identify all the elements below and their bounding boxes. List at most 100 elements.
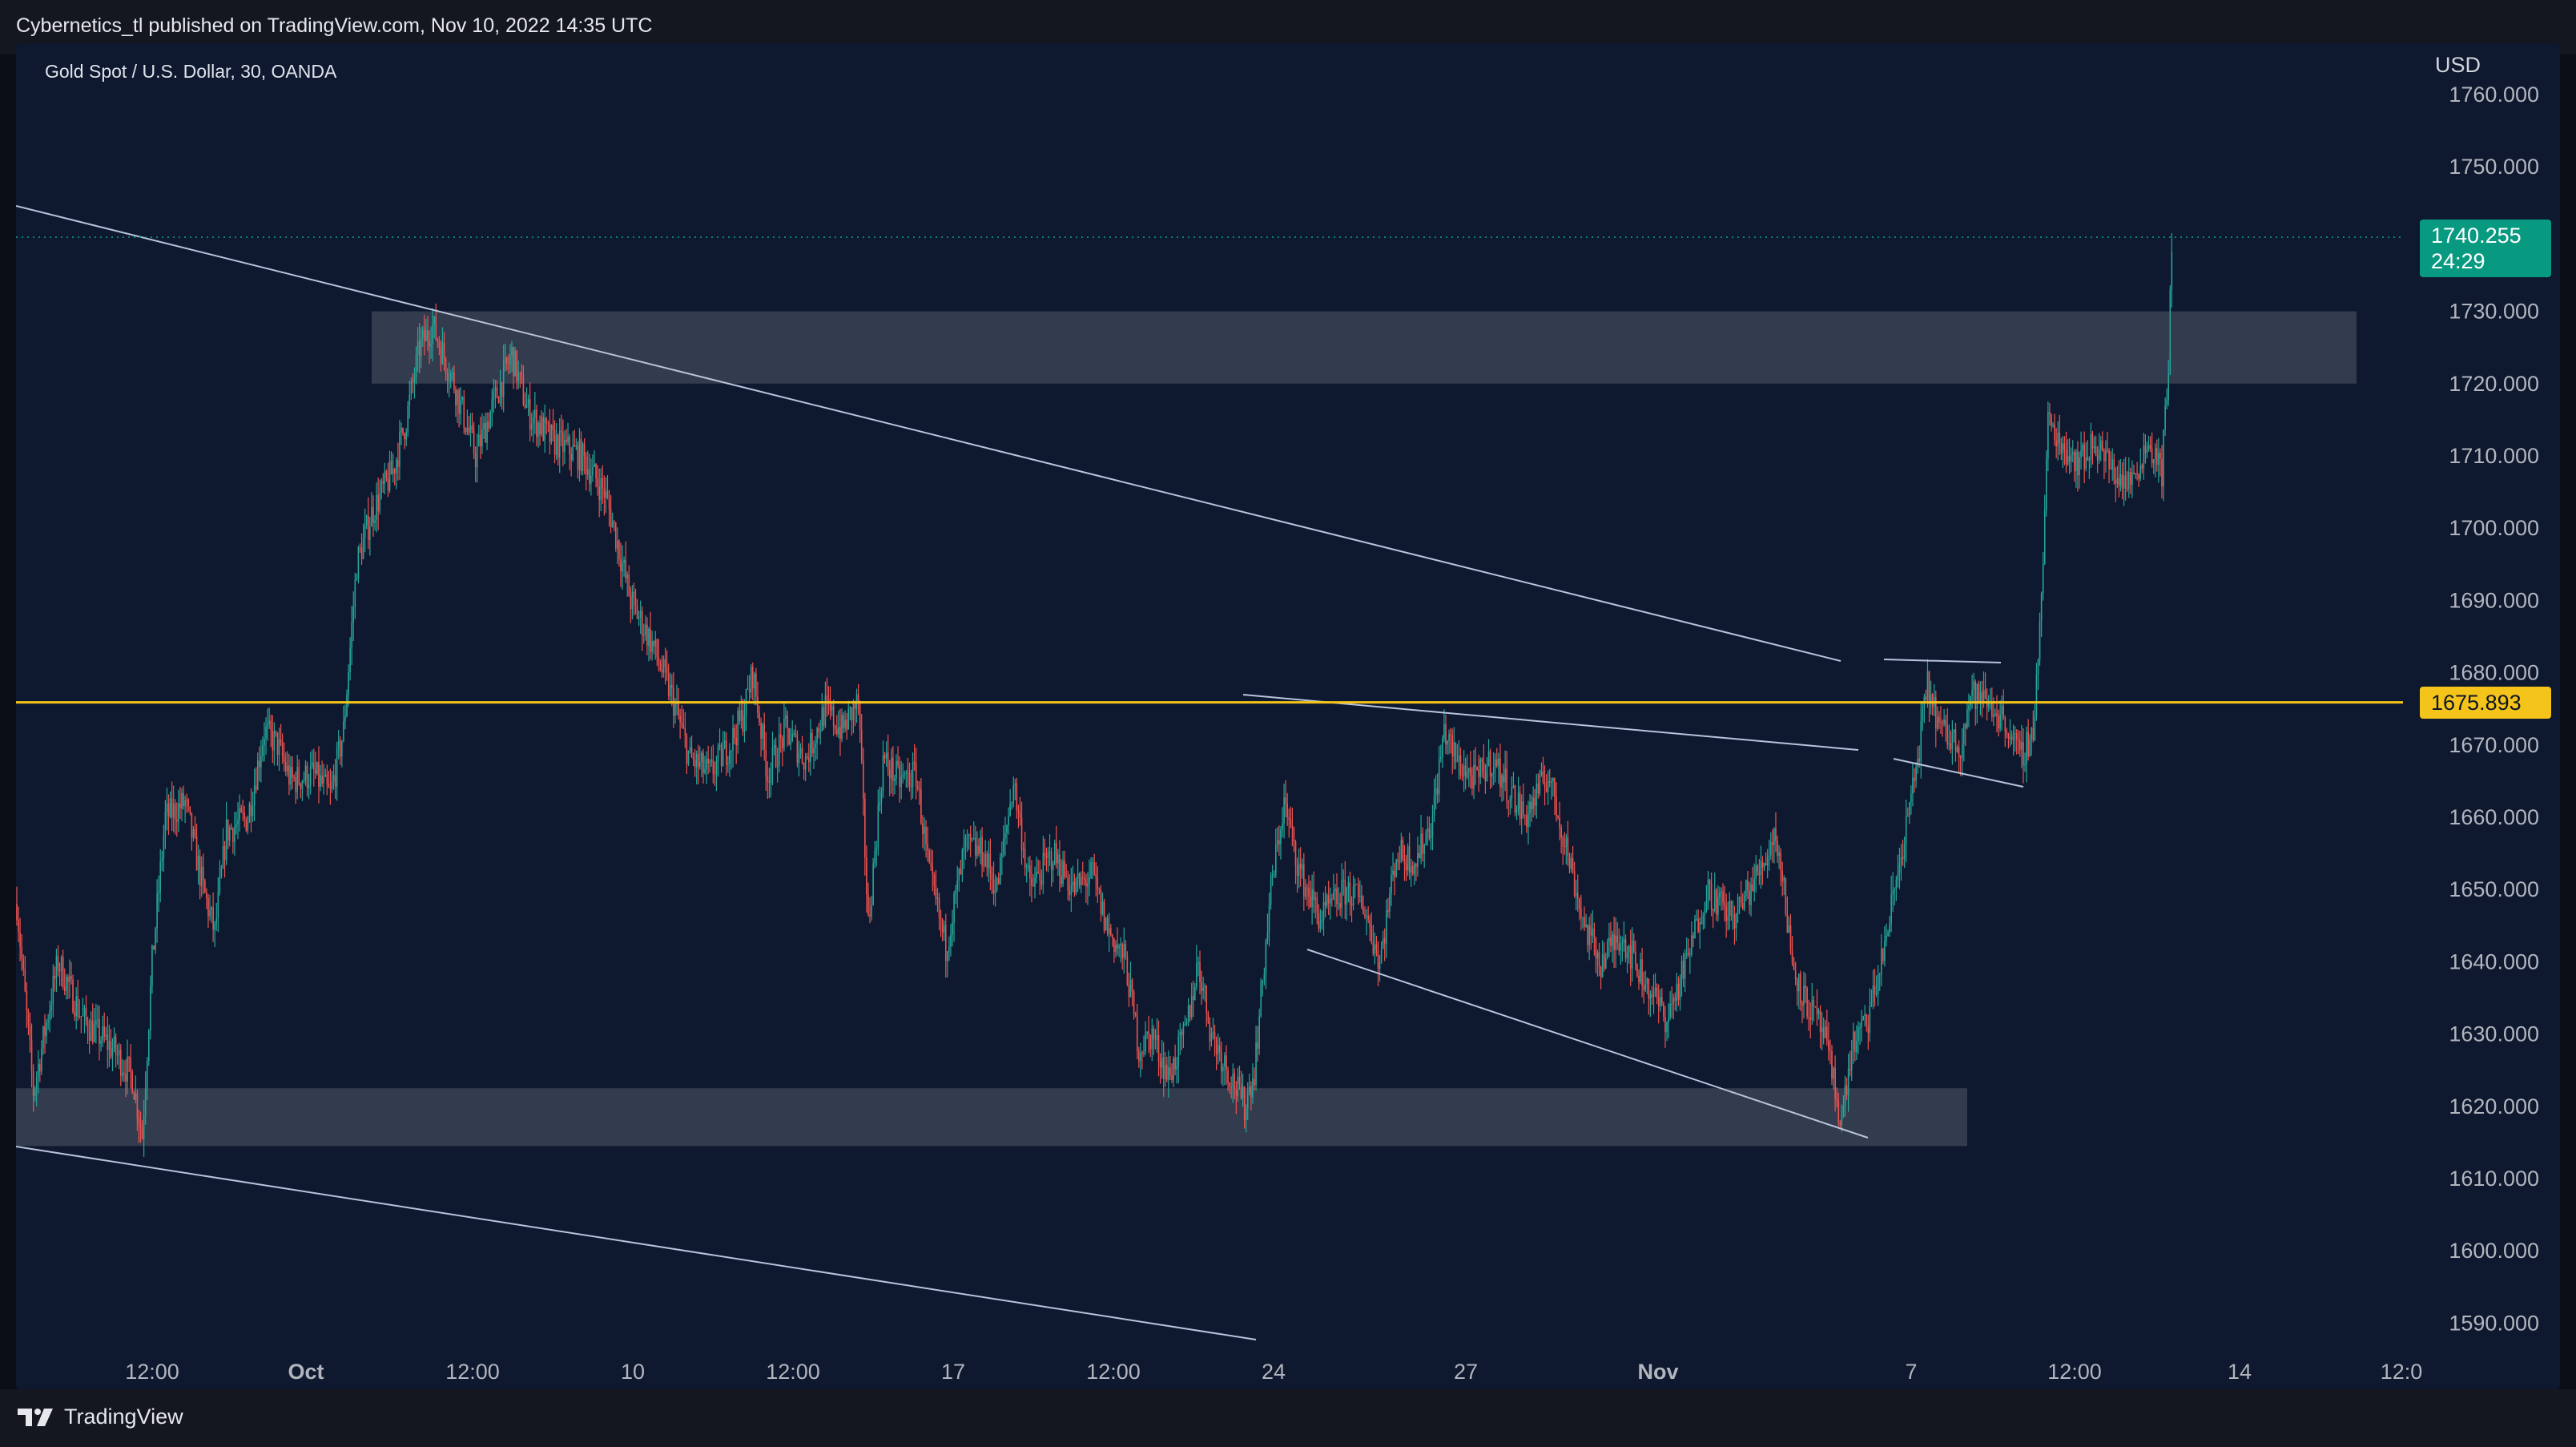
candle-body — [72, 979, 74, 1013]
flag-top-line — [1883, 659, 2002, 663]
candle-body — [1970, 695, 1971, 706]
candle-body — [1842, 1106, 1845, 1119]
candle-body — [1796, 979, 1798, 992]
chart-canvas[interactable]: 1590.000 1600.000 1610.000 1620.000 1630.000… — [16, 43, 2560, 1389]
candle-body — [1423, 844, 1425, 854]
candle-body — [2015, 733, 2018, 740]
candle-body — [771, 748, 774, 769]
candle-body — [1585, 925, 1587, 927]
symbol-title[interactable]: Gold Spot / U.S. Dollar, 30, OANDA — [45, 61, 336, 83]
candle-body — [891, 757, 892, 779]
candle-body — [1008, 816, 1009, 825]
candle-body — [37, 1063, 39, 1078]
candle-body — [1590, 925, 1592, 936]
candle-body — [1274, 844, 1277, 875]
candle-body — [1534, 797, 1536, 806]
candle-body — [1394, 870, 1395, 877]
candle-body — [344, 715, 346, 722]
candle-body — [1138, 1051, 1140, 1062]
candle-body — [191, 812, 193, 838]
candle-body — [50, 1005, 53, 1011]
candle-body — [1056, 843, 1057, 864]
candle-body — [1080, 877, 1082, 885]
tradingview-logo[interactable]: TradingView — [16, 1405, 183, 1429]
candle-body — [1177, 1036, 1180, 1066]
candle-body — [2060, 443, 2063, 454]
candle-body — [1874, 985, 1876, 995]
candle-body — [782, 737, 783, 748]
candle-body — [806, 756, 808, 758]
candle-body — [75, 996, 77, 1017]
candle-body — [1154, 1039, 1157, 1041]
candle-body — [1182, 1024, 1185, 1035]
candle-body — [1121, 944, 1123, 958]
candle-body — [1141, 1053, 1143, 1054]
candle-body — [1824, 1026, 1826, 1038]
candle-body — [1522, 801, 1524, 815]
candle-body — [679, 715, 681, 723]
candle-body — [1598, 952, 1600, 967]
candle-body — [940, 917, 942, 920]
candle-body — [775, 745, 777, 767]
candle-body — [1176, 1066, 1177, 1070]
candle-body — [474, 453, 477, 468]
candle-body — [924, 827, 925, 834]
candle-body — [1084, 877, 1085, 880]
candle-body — [357, 547, 360, 579]
candle-body — [359, 547, 361, 549]
candle-body — [2070, 454, 2072, 462]
candle-body — [158, 891, 159, 894]
candle-body — [1595, 937, 1597, 959]
candle-body — [66, 977, 67, 991]
candle-body — [87, 1020, 89, 1034]
candle-body — [466, 427, 469, 433]
candle-body — [879, 801, 881, 805]
candle-body — [768, 780, 771, 784]
candle-body — [1364, 914, 1366, 917]
candle-body — [1475, 764, 1476, 768]
candle-body — [1103, 901, 1105, 931]
candle-body — [1112, 935, 1113, 938]
candle-body — [1722, 891, 1724, 903]
candle-body — [349, 647, 351, 673]
candle-body — [1654, 987, 1656, 992]
candle-body — [767, 776, 769, 781]
upper-descending-trendline — [16, 205, 1841, 662]
candle-body — [2126, 487, 2128, 490]
candle-body — [195, 835, 198, 871]
candle-body — [1780, 852, 1781, 871]
candle-body — [1867, 1025, 1870, 1034]
candle-body — [1931, 694, 1934, 707]
candle-body — [1270, 876, 1272, 905]
currency-label[interactable]: USD — [2435, 53, 2481, 78]
candle-body — [1237, 1076, 1239, 1097]
candle-body — [1288, 817, 1290, 820]
candle-body — [1659, 997, 1661, 1006]
candle-body — [717, 747, 719, 762]
candle-body — [625, 560, 626, 578]
candle-body — [1503, 775, 1504, 783]
candle-body — [645, 624, 646, 635]
candle-body — [1238, 1076, 1241, 1084]
candle-body — [636, 605, 638, 619]
candle-body — [694, 760, 696, 768]
candle-body — [1185, 1022, 1188, 1025]
candle-body — [412, 381, 414, 382]
candle-body — [432, 324, 433, 345]
candle-body — [1580, 909, 1582, 918]
candle-body — [651, 640, 653, 652]
candle-body — [2082, 444, 2083, 451]
candle-body — [405, 432, 407, 440]
candle-body — [1856, 1040, 1858, 1053]
candle-body — [1864, 1014, 1866, 1017]
candle-body — [1001, 853, 1003, 858]
candle-body — [1672, 998, 1675, 1005]
candle-body — [30, 1040, 33, 1071]
candle-body — [293, 777, 295, 779]
chart-area[interactable]: 1590.000 1600.000 1610.000 1620.000 1630.000… — [16, 43, 2560, 1389]
candle-body — [1168, 1067, 1169, 1080]
candle-body — [1405, 864, 1407, 871]
candle-body — [1258, 1015, 1260, 1049]
candle-body — [1996, 713, 1998, 717]
candle-body — [2051, 413, 2052, 426]
